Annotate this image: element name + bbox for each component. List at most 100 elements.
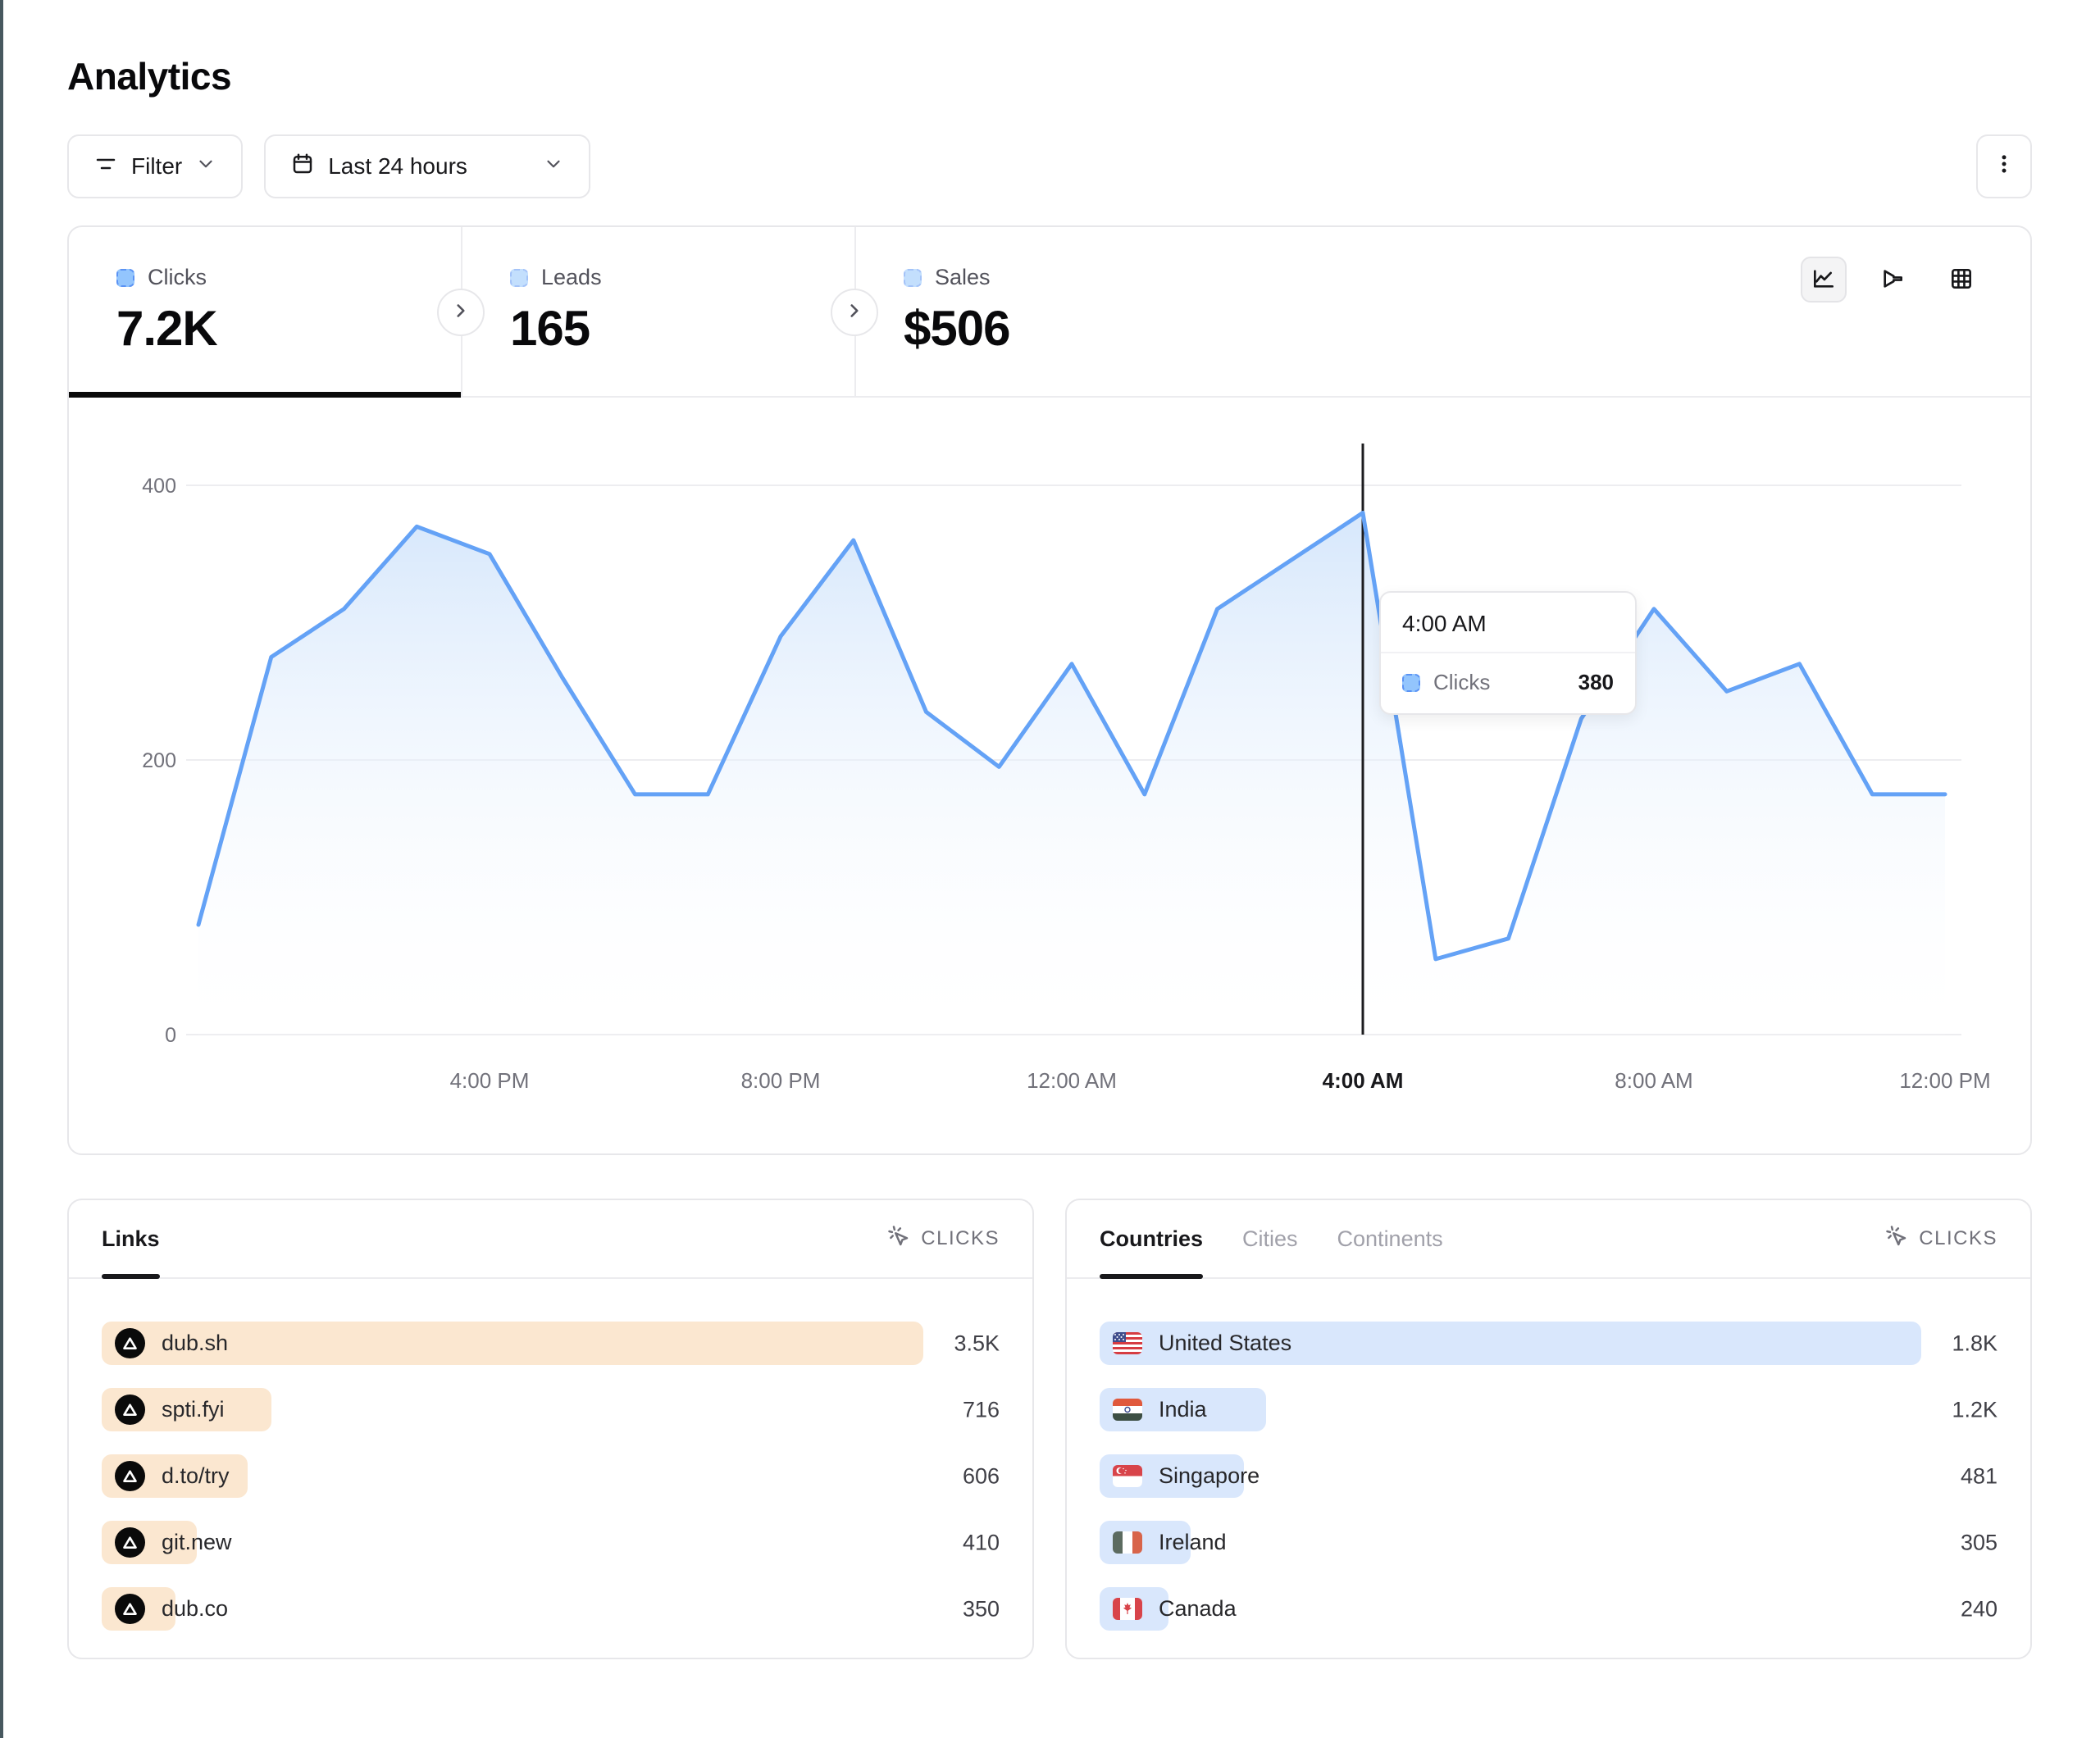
country-row[interactable]: United States 1.8K — [1100, 1322, 1998, 1365]
link-label: dub.sh — [162, 1331, 228, 1356]
links-metric-label: CLICKS — [921, 1227, 1000, 1250]
tab-continents-label: Continents — [1337, 1226, 1443, 1252]
country-value: 1.8K — [1952, 1331, 1998, 1356]
svg-text:4:00 AM: 4:00 AM — [1323, 1068, 1404, 1093]
link-value: 350 — [963, 1596, 1000, 1622]
tab-cities-label: Cities — [1242, 1226, 1298, 1252]
sales-legend-swatch — [904, 269, 922, 287]
table-view-button[interactable] — [1938, 257, 1984, 303]
funnel-chart-view-button[interactable] — [1870, 257, 1916, 303]
dub-logo-icon — [115, 1328, 145, 1358]
geo-metric-label: CLICKS — [1919, 1227, 1998, 1250]
flag-us-icon — [1113, 1332, 1142, 1354]
flag-sg-icon — [1113, 1465, 1142, 1487]
expand-clicks-button[interactable] — [437, 289, 485, 336]
link-row[interactable]: dub.sh 3.5K — [102, 1322, 1000, 1365]
dub-logo-icon — [115, 1594, 145, 1624]
kebab-menu-icon — [1992, 152, 2016, 182]
link-label: git.new — [162, 1530, 232, 1555]
geo-panel-header: Countries Cities Continents CLICKS — [1067, 1200, 2030, 1279]
tooltip-time: 4:00 AM — [1381, 593, 1635, 652]
filter-button[interactable]: Filter — [67, 134, 243, 198]
country-row[interactable]: Ireland 305 — [1100, 1521, 1998, 1564]
svg-text:4:00 PM: 4:00 PM — [450, 1068, 530, 1093]
analytics-chart-card: Clicks 7.2K Leads 165 Sales $506 — [67, 225, 2032, 1155]
country-value: 481 — [1961, 1463, 1998, 1489]
table-grid-icon — [1948, 266, 1975, 294]
svg-text:12:00 PM: 12:00 PM — [1899, 1068, 1990, 1093]
link-value: 606 — [963, 1463, 1000, 1489]
line-chart-view-button[interactable] — [1801, 257, 1847, 303]
cursor-click-icon — [886, 1224, 911, 1254]
toolbar: Filter Last 24 hours — [67, 134, 2032, 198]
date-range-button[interactable]: Last 24 hours — [264, 134, 590, 198]
clicks-area-chart[interactable]: 02004004:00 PM8:00 PM12:00 AM4:00 AM8:00… — [69, 398, 2030, 1155]
leads-value: 165 — [510, 300, 854, 357]
chart-view-toggles — [1801, 257, 1984, 303]
country-value: 305 — [1961, 1530, 1998, 1555]
chevron-right-icon — [844, 300, 865, 325]
link-value: 410 — [963, 1530, 1000, 1555]
filter-button-label: Filter — [131, 153, 182, 180]
dub-logo-icon — [115, 1527, 145, 1558]
svg-text:200: 200 — [142, 749, 176, 772]
tab-leads[interactable]: Leads 165 — [461, 227, 854, 396]
link-row[interactable]: spti.fyi 716 — [102, 1388, 1000, 1431]
country-label: Ireland — [1159, 1530, 1227, 1555]
country-value: 1.2K — [1952, 1397, 1998, 1422]
calendar-icon — [290, 152, 315, 182]
link-row[interactable]: git.new 410 — [102, 1521, 1000, 1564]
metric-tabs-row: Clicks 7.2K Leads 165 Sales $506 — [69, 227, 2030, 398]
tab-countries[interactable]: Countries — [1100, 1200, 1203, 1277]
flag-ie-icon — [1113, 1531, 1142, 1554]
link-value: 716 — [963, 1397, 1000, 1422]
country-row[interactable]: Canada 240 — [1100, 1587, 1998, 1631]
flag-ca-icon — [1113, 1598, 1142, 1620]
dub-logo-icon — [115, 1461, 145, 1491]
link-label: d.to/try — [162, 1463, 230, 1489]
date-range-label: Last 24 hours — [328, 153, 467, 180]
clicks-legend-swatch — [116, 269, 134, 287]
tab-cities[interactable]: Cities — [1242, 1200, 1298, 1277]
links-rows: dub.sh 3.5K spti.fyi 716 — [69, 1279, 1032, 1631]
tooltip-series-label: Clicks — [1433, 670, 1490, 695]
country-label: India — [1159, 1397, 1207, 1422]
expand-leads-button[interactable] — [831, 289, 878, 336]
clicks-legend-swatch — [1402, 674, 1420, 692]
funnel-chart-icon — [1879, 266, 1906, 294]
chevron-down-icon — [543, 153, 564, 180]
metric-tab-label: Clicks — [148, 265, 207, 290]
country-value: 240 — [1961, 1596, 1998, 1622]
country-label: Canada — [1159, 1596, 1237, 1622]
analytics-page: Analytics Filter Last 24 hours — [67, 0, 2032, 1659]
breakdown-panels: Links CLICKS dub.sh — [67, 1199, 2032, 1659]
geo-panel: Countries Cities Continents CLICKS — [1065, 1199, 2032, 1659]
country-row[interactable]: India 1.2K — [1100, 1388, 1998, 1431]
tab-clicks[interactable]: Clicks 7.2K — [69, 227, 461, 396]
chevron-right-icon — [450, 300, 471, 325]
tooltip-series-row: Clicks 380 — [1381, 653, 1635, 713]
link-row[interactable]: d.to/try 606 — [102, 1454, 1000, 1498]
more-options-button[interactable] — [1976, 134, 2032, 198]
tab-sales[interactable]: Sales $506 — [854, 227, 2030, 396]
svg-text:8:00 AM: 8:00 AM — [1615, 1068, 1692, 1093]
cursor-click-icon — [1884, 1224, 1909, 1254]
tab-links[interactable]: Links — [102, 1200, 160, 1277]
tooltip-series-value: 380 — [1578, 670, 1614, 695]
geo-metric-chip[interactable]: CLICKS — [1884, 1224, 1998, 1254]
country-row[interactable]: Singapore 481 — [1100, 1454, 1998, 1498]
chart-canvas: 02004004:00 PM8:00 PM12:00 AM4:00 AM8:00… — [69, 398, 2030, 1155]
link-row[interactable]: dub.co 350 — [102, 1587, 1000, 1631]
metric-tab-label: Sales — [935, 265, 991, 290]
sidebar-edge-stripe — [0, 0, 3, 1738]
filter-lines-icon — [93, 152, 118, 182]
leads-legend-swatch — [510, 269, 528, 287]
dub-logo-icon — [115, 1394, 145, 1425]
link-label: dub.co — [162, 1596, 228, 1622]
link-value: 3.5K — [954, 1331, 1000, 1356]
metric-tab-label: Leads — [541, 265, 602, 290]
svg-text:8:00 PM: 8:00 PM — [741, 1068, 821, 1093]
page-title: Analytics — [67, 0, 2032, 98]
links-metric-chip[interactable]: CLICKS — [886, 1224, 1000, 1254]
tab-continents[interactable]: Continents — [1337, 1200, 1443, 1277]
